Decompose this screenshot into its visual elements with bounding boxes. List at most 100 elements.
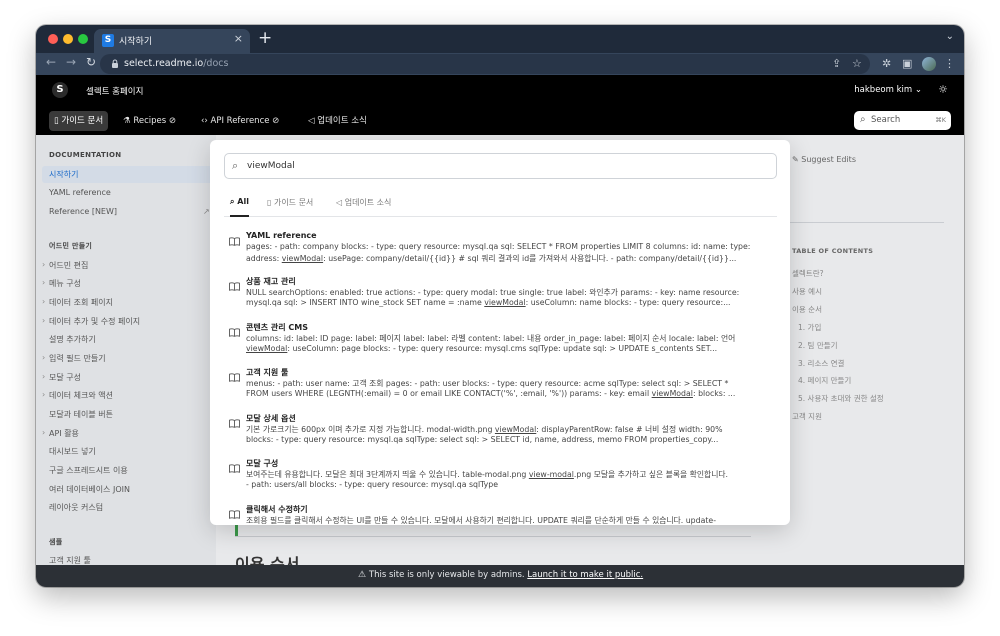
suggest-edits-link[interactable]: ✎ Suggest Edits: [792, 155, 856, 164]
nav-api-reference-label: API Reference: [210, 116, 270, 126]
browser-window: S 시작하기 × + ⌄ ← → ↻ select.readme.io/docs…: [36, 25, 964, 587]
nav-changelog[interactable]: ◁ 업데이트 소식: [303, 111, 372, 131]
sidebar-item[interactable]: › 메뉴 구성: [42, 278, 81, 289]
sidebar-item[interactable]: 모달과 테이블 버튼: [49, 409, 113, 420]
url-text: select.readme.io/docs: [124, 58, 228, 69]
reload-icon[interactable]: ↻: [86, 55, 96, 69]
warning-icon: ⚠: [358, 570, 369, 580]
close-window-button[interactable]: [48, 34, 58, 44]
result-snippet: blocks: - type: query resource: mysql.qa…: [246, 435, 719, 444]
snippet-text: .png 모달을 추가하고 싶은 블록을 확인합니다.: [573, 470, 729, 479]
user-menu[interactable]: hakbeom kim ⌄: [854, 85, 922, 95]
sidebar-item[interactable]: › 모달 구성: [42, 372, 81, 383]
sidebar: DOCUMENTATION 시작하기 YAML reference Refere…: [36, 135, 216, 565]
match-highlight: viewModal: [651, 389, 693, 398]
book-icon: [229, 237, 240, 246]
result-snippet: pages: - path: company blocks: - type: q…: [246, 242, 751, 251]
toc-item[interactable]: 사용 예시: [792, 286, 822, 297]
sidebar-item[interactable]: › 데이터 조회 페이지: [42, 297, 113, 308]
snippet-text: : useColumn: name blocks: - type: query …: [525, 298, 731, 307]
sidebar-item-label: 구글 스프레드시트 이용: [49, 466, 128, 475]
tab-all[interactable]: ⌕ All: [230, 197, 249, 217]
toc-item[interactable]: 4. 페이지 만들기: [798, 375, 851, 386]
book-icon: [229, 282, 240, 291]
zoom-window-button[interactable]: [78, 34, 88, 44]
sidebar-item-label: 메뉴 구성: [49, 279, 81, 288]
new-tab-button[interactable]: +: [258, 28, 272, 48]
toc-item[interactable]: 2. 팀 만들기: [798, 340, 838, 351]
site-name-link[interactable]: 셀렉트 홈페이지: [86, 85, 143, 97]
toc-item[interactable]: 3. 리소스 연결: [798, 358, 844, 369]
sidebar-item[interactable]: 여러 데이터베이스 JOIN: [49, 484, 130, 495]
tab-close-icon[interactable]: ×: [234, 32, 243, 45]
sidebar-item[interactable]: 설명 추가하기: [49, 334, 96, 345]
snippet-text: : usePage: company/detail/{{id}} # sql 쿼…: [323, 254, 737, 263]
sidebar-item-label: 데이터 추가 및 수정 페이지: [49, 317, 141, 326]
toc-item[interactable]: 이용 순서: [792, 304, 822, 315]
address-bar[interactable]: select.readme.io/docs ⇪ ☆: [100, 54, 870, 74]
tab-guides[interactable]: ▯ 가이드 문서: [267, 197, 313, 217]
suggest-edits-label: Suggest Edits: [801, 155, 856, 164]
search-input[interactable]: [247, 158, 767, 174]
sidebar-item[interactable]: › 데이터 체크와 액션: [42, 390, 113, 401]
result-snippet: mysql.qa sql: > INSERT INTO wine_stock S…: [246, 298, 771, 307]
nav-changelog-label: 업데이트 소식: [317, 116, 367, 126]
tab-label: All: [237, 197, 249, 206]
sidebar-item-label: 어드민 편집: [49, 261, 89, 270]
tab-changelog[interactable]: ◁ 업데이트 소식: [336, 197, 391, 217]
sidebar-item-getting-started[interactable]: 시작하기: [42, 166, 214, 183]
share-icon[interactable]: ⇪: [832, 57, 841, 70]
pencil-icon: ✎: [792, 155, 802, 164]
result-snippet: FROM users WHERE (LEGNTH(:email) = 0 or …: [246, 389, 771, 398]
result-title: 모달 상세 옵션: [246, 414, 296, 423]
chevron-right-icon: ›: [42, 297, 46, 306]
profile-avatar[interactable]: [922, 57, 936, 71]
nav-api-reference[interactable]: ‹› API Reference ⊘: [196, 111, 284, 131]
code-icon: ‹›: [201, 116, 208, 126]
snippet-text: FROM users WHERE (LEGNTH(:email) = 0 or …: [246, 389, 652, 398]
sidebar-item[interactable]: 대시보드 넣기: [49, 446, 96, 457]
admin-message-text: This site is only viewable by admins.: [368, 570, 525, 580]
tab-search-chevron-icon[interactable]: ⌄: [946, 31, 954, 42]
site-logo[interactable]: S: [52, 82, 68, 98]
tab-label: 업데이트 소식: [344, 198, 392, 207]
sidebar-item-yaml-reference[interactable]: YAML reference: [49, 188, 111, 197]
sidebar-item[interactable]: 레이아웃 커스텀: [49, 502, 103, 513]
megaphone-icon: ◁: [308, 116, 315, 126]
star-icon[interactable]: ☆: [852, 57, 862, 70]
sidebar-icon[interactable]: ▣: [902, 57, 912, 70]
result-snippet: - path: users/all blocks: - type: query …: [246, 480, 499, 489]
toc-item[interactable]: 고객 지원: [792, 411, 822, 422]
admin-message: ⚠ This site is only viewable by admins. …: [358, 570, 643, 580]
tab-label: 가이드 문서: [273, 198, 314, 207]
divider: [235, 536, 751, 537]
sidebar-item[interactable]: › 입력 필드 만들기: [42, 353, 106, 364]
search-shortcut: ⌘K: [935, 116, 946, 124]
chevron-right-icon: ›: [42, 353, 46, 362]
forward-arrow-icon[interactable]: →: [66, 55, 76, 69]
nav-guides[interactable]: ▯ 가이드 문서: [49, 111, 109, 131]
sun-icon[interactable]: ☼: [938, 83, 948, 96]
sidebar-item[interactable]: › API 활용: [42, 428, 79, 439]
result-title: 콘텐츠 관리 CMS: [246, 323, 308, 332]
external-link-icon: ↗: [203, 207, 210, 216]
match-highlight: viewModal: [281, 254, 324, 263]
launch-link[interactable]: Launch it to make it public.: [527, 570, 643, 580]
browser-tab[interactable]: S 시작하기 ×: [94, 29, 250, 53]
minimize-window-button[interactable]: [63, 34, 73, 44]
sidebar-item-reference-new[interactable]: Reference [NEW]: [49, 207, 117, 216]
header-search-button[interactable]: ⌕ Search ⌘K: [854, 111, 951, 130]
toc-item[interactable]: 5. 사용자 초대와 권한 설정: [798, 393, 884, 404]
nav-recipes[interactable]: ⚗ Recipes ⊘: [118, 111, 181, 131]
chevron-right-icon: ›: [42, 278, 46, 287]
toc-item[interactable]: 1. 가입: [798, 322, 821, 333]
search-query-field[interactable]: ⌕: [224, 153, 777, 179]
puzzle-icon[interactable]: ✲: [882, 57, 891, 70]
snippet-text: mysql.qa sql: > INSERT INTO wine_stock S…: [246, 298, 485, 307]
sidebar-item[interactable]: › 어드민 편집: [42, 260, 89, 271]
back-arrow-icon[interactable]: ←: [46, 55, 56, 69]
sidebar-item[interactable]: 구글 스프레드시트 이용: [49, 465, 128, 476]
kebab-icon[interactable]: ⋮: [944, 57, 955, 70]
toc-item[interactable]: 셀렉트란?: [792, 268, 824, 279]
sidebar-item[interactable]: › 데이터 추가 및 수정 페이지: [42, 316, 141, 327]
